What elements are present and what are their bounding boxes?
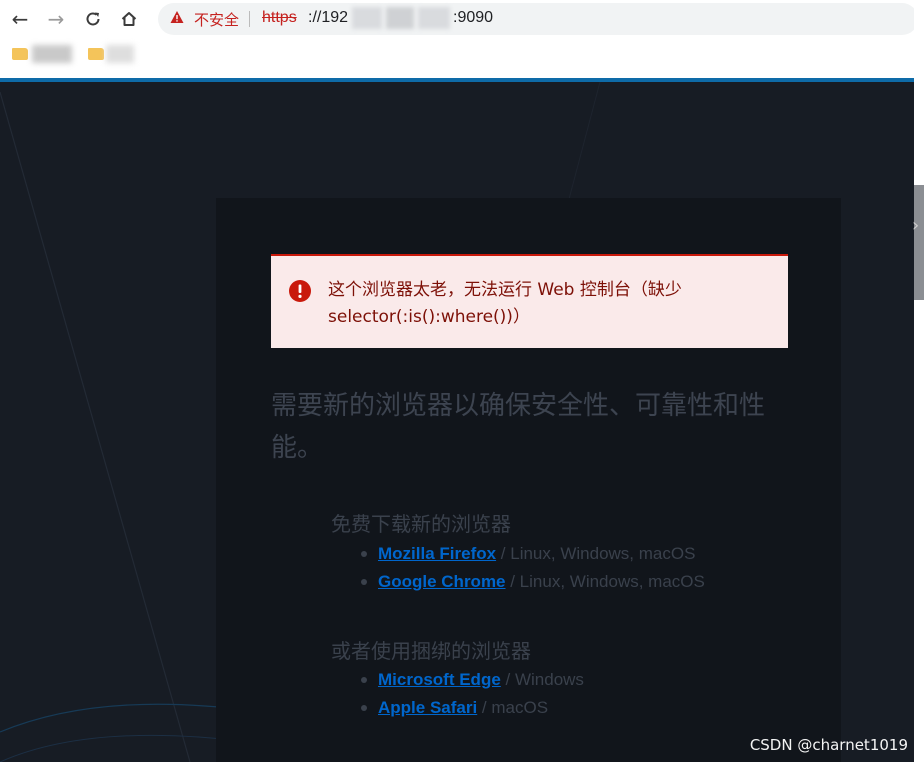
browser-toolbar: ← → 不安全 https ://192 :9090 bbox=[0, 0, 918, 40]
reload-icon[interactable] bbox=[80, 6, 106, 32]
home-icon[interactable] bbox=[116, 6, 142, 32]
url-port: :9090 bbox=[453, 9, 494, 26]
section-title-bundled: 或者使用捆绑的浏览器 bbox=[331, 639, 531, 663]
bookmarks-bar bbox=[0, 40, 914, 78]
url-redaction-block bbox=[386, 7, 414, 29]
bookmark-redacted[interactable] bbox=[32, 45, 72, 63]
address-bar[interactable]: 不安全 https ://192 :9090 bbox=[158, 3, 918, 35]
bullet-icon bbox=[361, 677, 367, 683]
url-redaction-block bbox=[418, 7, 450, 29]
alert-title: 这个浏览器太老，无法运行 Web 控制台（缺少 selector(:is():w… bbox=[328, 280, 682, 327]
omnibox-divider bbox=[249, 11, 250, 27]
bundled-browser-list: Microsoft Edge / Windows Apple Safari / … bbox=[361, 666, 584, 722]
safari-link[interactable]: Apple Safari bbox=[378, 698, 477, 717]
bookmark-redacted[interactable] bbox=[106, 45, 134, 63]
side-panel-fragment bbox=[914, 185, 924, 300]
platforms-label: / macOS bbox=[477, 698, 549, 717]
platforms-label: / Linux, Windows, macOS bbox=[496, 544, 696, 563]
warning-triangle-icon bbox=[170, 11, 184, 23]
url-scheme: https bbox=[262, 9, 297, 26]
edge-link[interactable]: Microsoft Edge bbox=[378, 670, 501, 689]
exclamation-circle-icon bbox=[289, 280, 311, 302]
platforms-label: / Linux, Windows, macOS bbox=[505, 572, 705, 591]
window-edge bbox=[914, 0, 924, 762]
csdn-watermark: CSDN @charnet1019 bbox=[749, 736, 908, 754]
security-label[interactable]: 不安全 bbox=[194, 9, 239, 30]
list-item: Google Chrome / Linux, Windows, macOS bbox=[361, 568, 705, 596]
platforms-label: / Windows bbox=[500, 670, 584, 689]
firefox-link[interactable]: Mozilla Firefox bbox=[378, 544, 496, 563]
bullet-icon bbox=[361, 579, 367, 585]
free-browser-list: Mozilla Firefox / Linux, Windows, macOS … bbox=[361, 540, 705, 596]
section-title-free-download: 免费下载新的浏览器 bbox=[331, 512, 511, 536]
forward-arrow-icon[interactable]: → bbox=[43, 6, 69, 32]
chrome-link[interactable]: Google Chrome bbox=[378, 572, 506, 591]
url-host-start: ://192 bbox=[308, 9, 349, 26]
page-heading: 需要新的浏览器以确保安全性、可靠性和性能。 bbox=[271, 391, 766, 463]
danger-alert: 这个浏览器太老，无法运行 Web 控制台（缺少 selector(:is():w… bbox=[271, 254, 788, 348]
side-fragment-glyph: › bbox=[912, 215, 920, 236]
bullet-icon bbox=[361, 705, 367, 711]
list-item: Microsoft Edge / Windows bbox=[361, 666, 584, 694]
list-item: Apple Safari / macOS bbox=[361, 694, 584, 722]
folder-icon[interactable] bbox=[12, 48, 28, 60]
list-item: Mozilla Firefox / Linux, Windows, macOS bbox=[361, 540, 705, 568]
back-arrow-icon[interactable]: ← bbox=[7, 6, 33, 32]
folder-icon[interactable] bbox=[88, 48, 104, 60]
bullet-icon bbox=[361, 551, 367, 557]
url-redaction-block bbox=[352, 7, 382, 29]
